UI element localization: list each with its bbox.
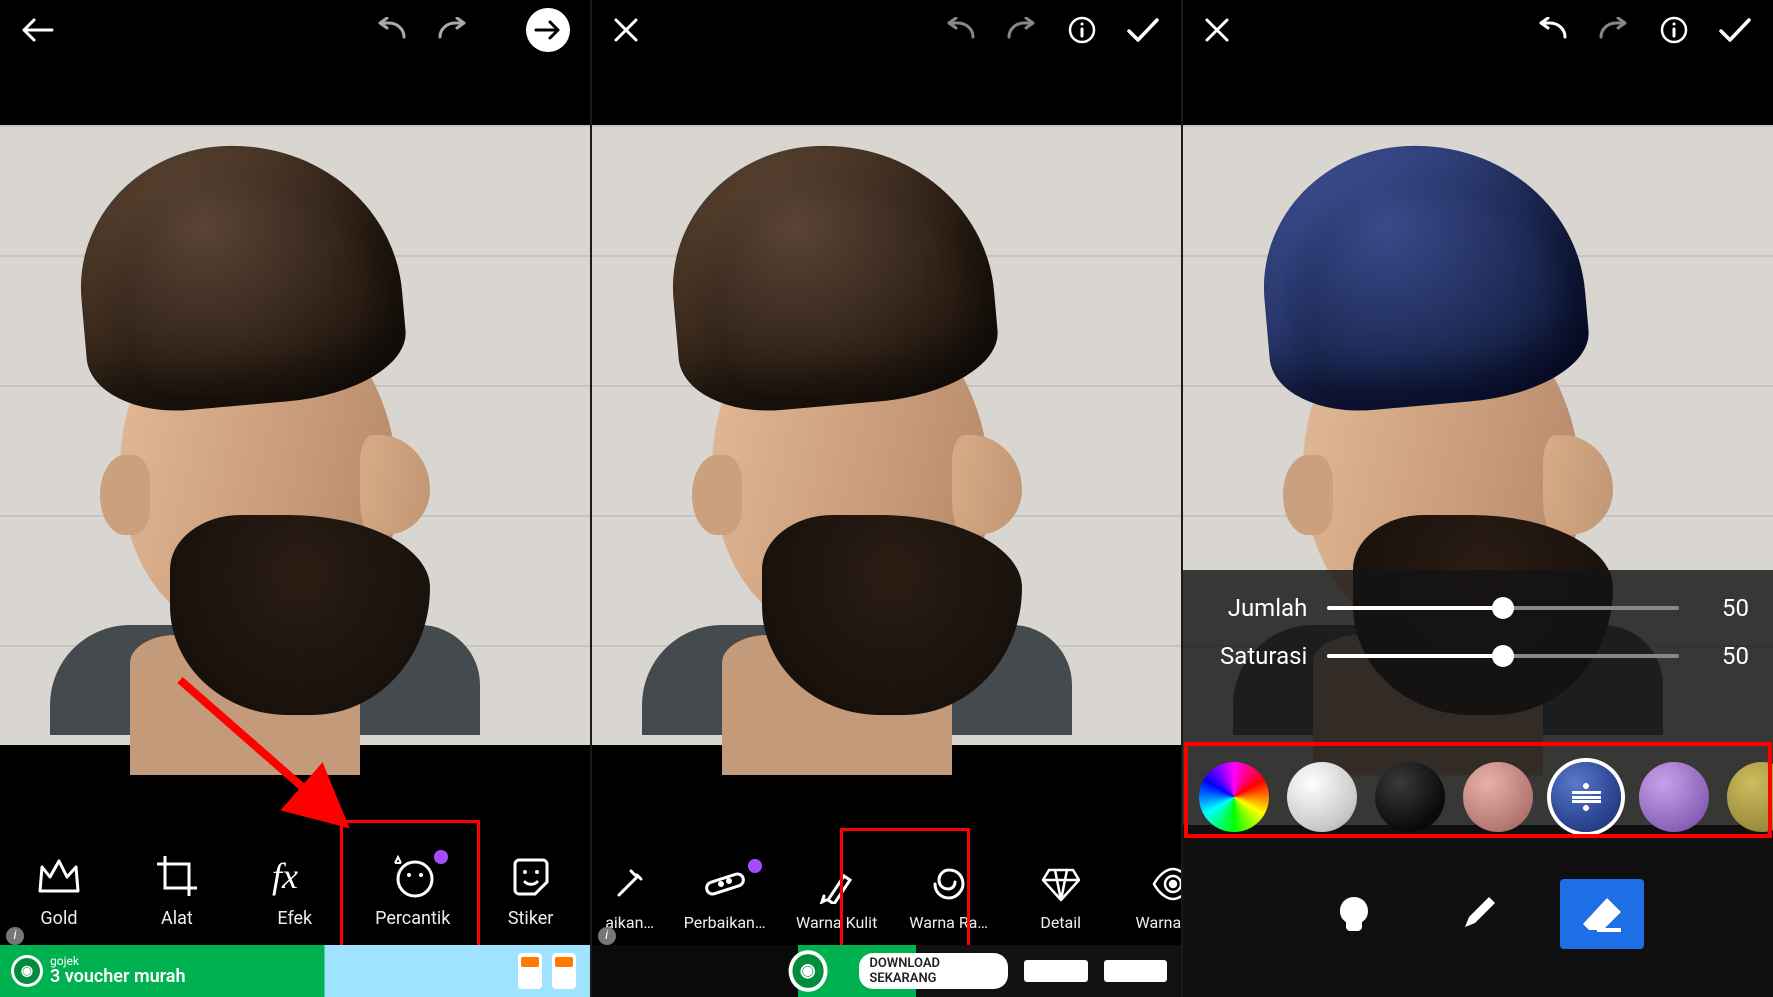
beautify-face-icon bbox=[389, 852, 437, 900]
topbar-3 bbox=[1183, 0, 1773, 60]
gojek-logo-icon: ◉ bbox=[792, 954, 823, 988]
screen-3-hair-color: Jumlah 50 Saturasi 50 bbox=[1183, 0, 1773, 997]
hair-color-swatches bbox=[1183, 750, 1773, 844]
tool-stiker-label: Stiker bbox=[508, 908, 554, 929]
mode-brush[interactable] bbox=[1436, 879, 1520, 949]
ad-info-icon[interactable]: i bbox=[6, 927, 24, 945]
tool-stiker[interactable]: Stiker bbox=[476, 852, 586, 929]
tool-warna-kulit[interactable]: Warna Kulit bbox=[790, 863, 884, 932]
ad-info-icon[interactable]: i bbox=[598, 927, 616, 945]
crown-outline-icon bbox=[36, 852, 82, 900]
crop-icon bbox=[155, 852, 199, 900]
gojek-logo-icon: ◉ bbox=[14, 958, 40, 984]
slider-saturation-row: Saturasi 50 bbox=[1183, 632, 1773, 680]
redo-icon[interactable] bbox=[1005, 17, 1039, 43]
topbar-2 bbox=[592, 0, 1182, 60]
tool-warna-rambut-label: Warna Ra… bbox=[909, 913, 988, 932]
swatch-purple[interactable] bbox=[1639, 762, 1709, 832]
tool-warna-mata[interactable]: Warna M… bbox=[1126, 863, 1182, 932]
slider-saturation-value: 50 bbox=[1699, 642, 1749, 670]
close-icon[interactable] bbox=[612, 16, 640, 44]
ad2-download: DOWNLOAD SEKARANG bbox=[859, 953, 1007, 989]
confirm-check-icon[interactable] bbox=[1125, 16, 1161, 44]
info-icon[interactable] bbox=[1067, 15, 1097, 45]
apply-forward-button[interactable] bbox=[526, 8, 570, 52]
hair-swirl-icon bbox=[929, 863, 969, 905]
photo-canvas-1[interactable] bbox=[0, 125, 590, 745]
diamond-icon bbox=[1041, 863, 1081, 905]
topbar-1 bbox=[0, 0, 590, 60]
sticker-icon bbox=[509, 852, 553, 900]
new-badge-icon bbox=[434, 850, 448, 864]
tool-alat[interactable]: Alat bbox=[122, 852, 232, 929]
tool-alat-label: Alat bbox=[161, 908, 193, 929]
tool-perbaikan[interactable]: Perbaikan… bbox=[678, 863, 772, 932]
svg-text:fx: fx bbox=[272, 856, 298, 896]
tool-warna-kulit-label: Warna Kulit bbox=[796, 913, 877, 932]
tool-perbaikan-label: Perbaikan… bbox=[684, 913, 766, 932]
ad-banner-1[interactable]: ◉ gojek 3 voucher murah bbox=[0, 945, 590, 997]
tool-warna-rambut[interactable]: Warna Ra… bbox=[902, 863, 996, 932]
tool-detail[interactable]: Detail bbox=[1014, 863, 1108, 932]
new-badge-icon bbox=[748, 859, 762, 873]
info-icon[interactable] bbox=[1659, 15, 1689, 45]
tool-gold-label: Gold bbox=[40, 908, 77, 929]
slider-amount[interactable] bbox=[1327, 606, 1679, 610]
ad-banner-2[interactable]: ◉ DOWNLOAD SEKARANG bbox=[592, 945, 1182, 997]
tool-warna-mata-label: Warna M… bbox=[1136, 913, 1182, 932]
back-arrow-icon[interactable] bbox=[20, 16, 54, 44]
tool-efek[interactable]: fx Efek bbox=[240, 852, 350, 929]
app-store-badge-icon bbox=[1104, 960, 1168, 982]
ad1-text: 3 voucher murah bbox=[50, 968, 186, 987]
slider-saturation[interactable] bbox=[1327, 654, 1679, 658]
redo-icon[interactable] bbox=[436, 17, 470, 43]
close-icon[interactable] bbox=[1203, 16, 1231, 44]
wand-icon bbox=[611, 863, 649, 905]
slider-amount-value: 50 bbox=[1699, 594, 1749, 622]
mode-eraser[interactable] bbox=[1560, 879, 1644, 949]
beautify-toolbar: aikan… Perbaikan… Warna Kulit Warna Ra bbox=[592, 845, 1182, 950]
redo-icon[interactable] bbox=[1597, 17, 1631, 43]
ad-phone-icon bbox=[552, 953, 576, 989]
mask-mode-bar bbox=[1183, 871, 1773, 957]
tool-gold[interactable]: Gold bbox=[4, 852, 114, 929]
swatch-custom-rainbow[interactable] bbox=[1199, 762, 1269, 832]
screen-2-beautify: aikan… Perbaikan… Warna Kulit Warna Ra bbox=[592, 0, 1184, 997]
bottom-toolbar-1: Gold Alat fx Efek Percantik bbox=[0, 825, 590, 955]
tool-detail-label: Detail bbox=[1040, 913, 1081, 932]
tool-aikan-partial[interactable]: aikan… bbox=[600, 863, 660, 932]
tool-percantik-label: Percantik bbox=[375, 908, 450, 929]
undo-icon[interactable] bbox=[943, 17, 977, 43]
google-play-badge-icon bbox=[1024, 960, 1088, 982]
photo-canvas-2[interactable] bbox=[592, 125, 1182, 745]
confirm-check-icon[interactable] bbox=[1717, 16, 1753, 44]
swatch-pink[interactable] bbox=[1463, 762, 1533, 832]
undo-icon[interactable] bbox=[374, 17, 408, 43]
skin-brush-icon bbox=[818, 863, 856, 905]
slider-saturation-label: Saturasi bbox=[1207, 642, 1307, 670]
mode-auto[interactable] bbox=[1312, 879, 1396, 949]
bandage-icon bbox=[703, 863, 747, 905]
swatch-black[interactable] bbox=[1375, 762, 1445, 832]
ad-phone-icon bbox=[518, 953, 542, 989]
slider-amount-label: Jumlah bbox=[1207, 594, 1307, 622]
swatch-blue[interactable] bbox=[1551, 762, 1621, 832]
tool-efek-label: Efek bbox=[277, 908, 312, 929]
screen-1-editor-home: Gold Alat fx Efek Percantik bbox=[0, 0, 592, 997]
undo-icon[interactable] bbox=[1535, 17, 1569, 43]
swatch-white[interactable] bbox=[1287, 762, 1357, 832]
tool-percantik[interactable]: Percantik bbox=[358, 852, 468, 929]
swatch-olive[interactable] bbox=[1727, 762, 1773, 832]
slider-amount-row: Jumlah 50 bbox=[1183, 584, 1773, 632]
fx-icon: fx bbox=[272, 852, 318, 900]
eye-color-icon bbox=[1152, 863, 1182, 905]
